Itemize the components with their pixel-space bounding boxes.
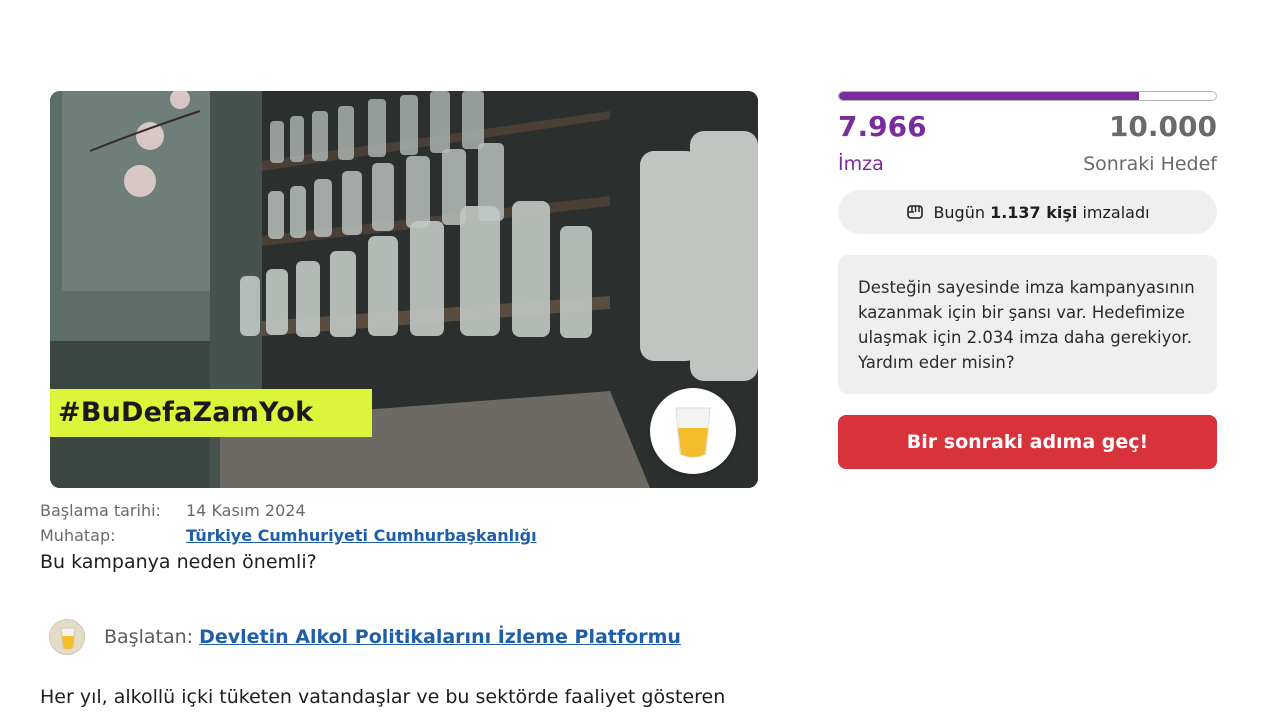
signature-count: 7.966 bbox=[838, 110, 927, 143]
campaign-body-text: Her yıl, alkollü içki tüketen vatandaşla… bbox=[40, 686, 726, 708]
signature-goal: 10.000 bbox=[1108, 110, 1217, 143]
today-count: 1.137 kişi bbox=[990, 202, 1078, 222]
today-signers-pill: Bugün 1.137 kişi imzaladı bbox=[838, 190, 1217, 234]
why-important-heading: Bu kampanya neden önemli? bbox=[40, 551, 317, 573]
today-suffix: imzaladı bbox=[1077, 202, 1150, 222]
campaign-hashtag: #BuDefaZamYok bbox=[50, 389, 372, 437]
campaign-starter: Başlatan: Devletin Alkol Politikalarını … bbox=[49, 619, 681, 655]
signature-goal-label: Sonraki Hedef bbox=[1083, 153, 1217, 175]
start-date-row: Başlama tarihi: 14 Kasım 2024 bbox=[40, 501, 306, 520]
target-label: Muhatap: bbox=[40, 526, 116, 545]
fist-icon bbox=[907, 205, 924, 219]
target-row: Muhatap: Türkiye Cumhuriyeti Cumhurbaşka… bbox=[40, 526, 537, 545]
next-step-button[interactable]: Bir sonraki adıma geç! bbox=[838, 415, 1217, 469]
today-prefix: Bugün bbox=[933, 202, 991, 222]
starter-label: Başlatan: bbox=[104, 626, 194, 648]
platform-logo bbox=[650, 388, 736, 474]
start-date-label: Başlama tarihi: bbox=[40, 501, 161, 520]
beer-glass-icon bbox=[675, 407, 711, 458]
target-link[interactable]: Türkiye Cumhuriyeti Cumhurbaşkanlığı bbox=[186, 526, 537, 545]
start-date-value: 14 Kasım 2024 bbox=[186, 501, 306, 520]
signature-progress-bar bbox=[838, 91, 1217, 101]
signature-progress-fill bbox=[839, 92, 1140, 100]
signature-count-label: İmza bbox=[838, 153, 884, 175]
starter-text: Başlatan: Devletin Alkol Politikalarını … bbox=[104, 626, 681, 648]
support-message-box: Desteğin sayesinde imza kampanyasının ka… bbox=[838, 255, 1217, 394]
starter-link[interactable]: Devletin Alkol Politikalarını İzleme Pla… bbox=[199, 626, 681, 648]
starter-avatar[interactable] bbox=[49, 619, 85, 655]
beer-glass-icon bbox=[60, 627, 76, 650]
support-message: Desteğin sayesinde imza kampanyasının ka… bbox=[858, 278, 1195, 372]
